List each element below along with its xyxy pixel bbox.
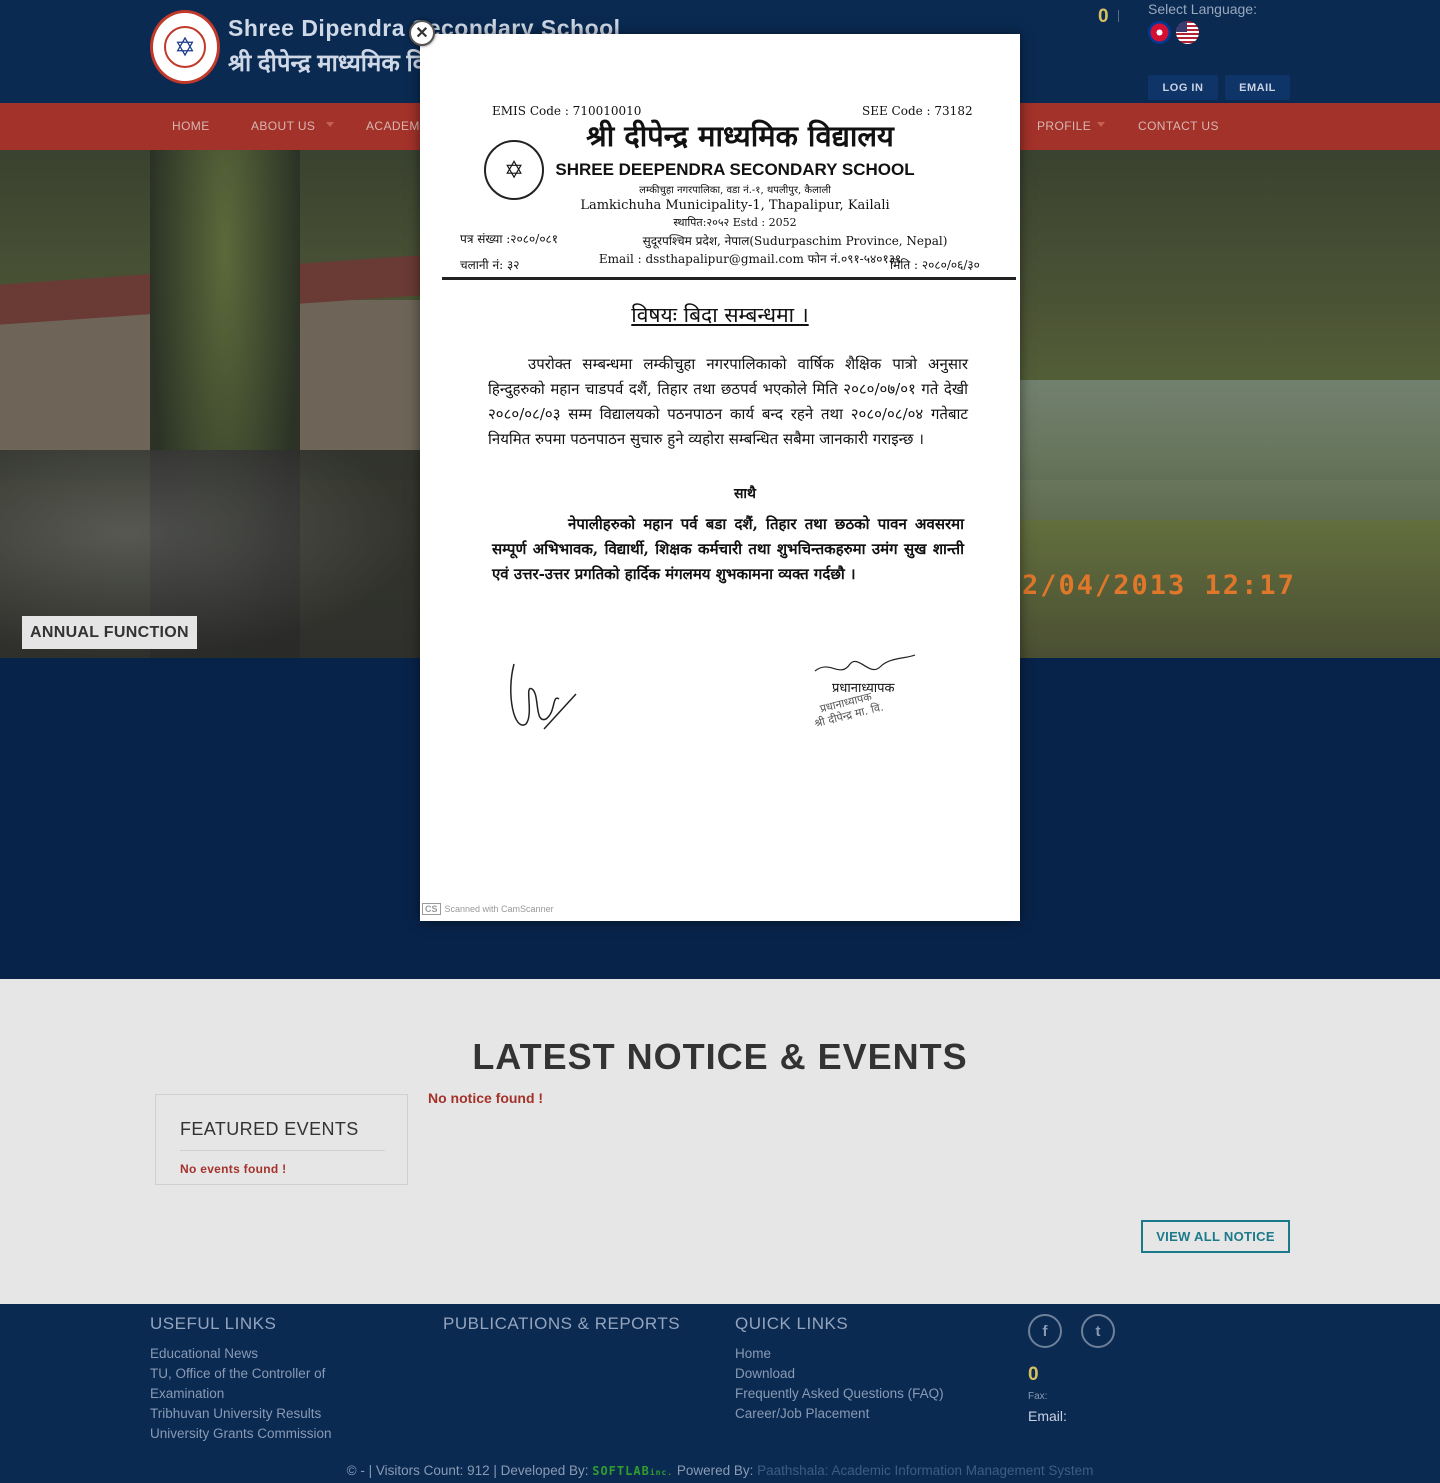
scanned-text: Scanned with CamScanner <box>444 904 554 914</box>
doc-estd: स्थापित:२०५२ Estd : 2052 <box>673 216 797 229</box>
signature-icon <box>510 663 577 730</box>
doc-wishes: नेपालीहरुको महान पर्व बडा दशैं, तिहार तथ… <box>492 515 964 583</box>
doc-school-name-en: SHREE DEEPENDRA SECONDARY SCHOOL <box>555 160 915 179</box>
doc-divider <box>442 277 1016 280</box>
close-modal-button[interactable]: ✕ <box>409 20 435 46</box>
notice-modal: EMIS Code : 710010010 SEE Code : 73182 श… <box>420 34 1020 921</box>
doc-address-en: Lamkichuha Municipality-1, Thapalipur, K… <box>580 198 890 213</box>
doc-address-np: लम्कीचुहा नगरपालिका, वडा नं.-१, थपलीपुर,… <box>639 185 831 196</box>
doc-body: उपरोक्त सम्बन्धमा लम्कीचुहा नगरपालिकाको … <box>488 355 968 448</box>
doc-school-name-np: श्री दीपेन्द्र माध्यमिक विद्यालय <box>586 119 894 153</box>
doc-subject: विषयः बिदा सम्बन्धमा । <box>420 301 1020 329</box>
doc-greeting: साथै <box>733 486 757 502</box>
camscanner-watermark: CS Scanned with CamScanner <box>422 903 554 915</box>
doc-province: सुदूरपश्चिम प्रदेश, नेपाल(Sudurpaschim P… <box>642 234 948 248</box>
doc-date: मिति : २०८०/०६/३० <box>890 258 980 272</box>
doc-subject-text: विषयः बिदा सम्बन्धमा । <box>631 303 809 327</box>
notice-document-image: EMIS Code : 710010010 SEE Code : 73182 श… <box>420 34 1020 921</box>
